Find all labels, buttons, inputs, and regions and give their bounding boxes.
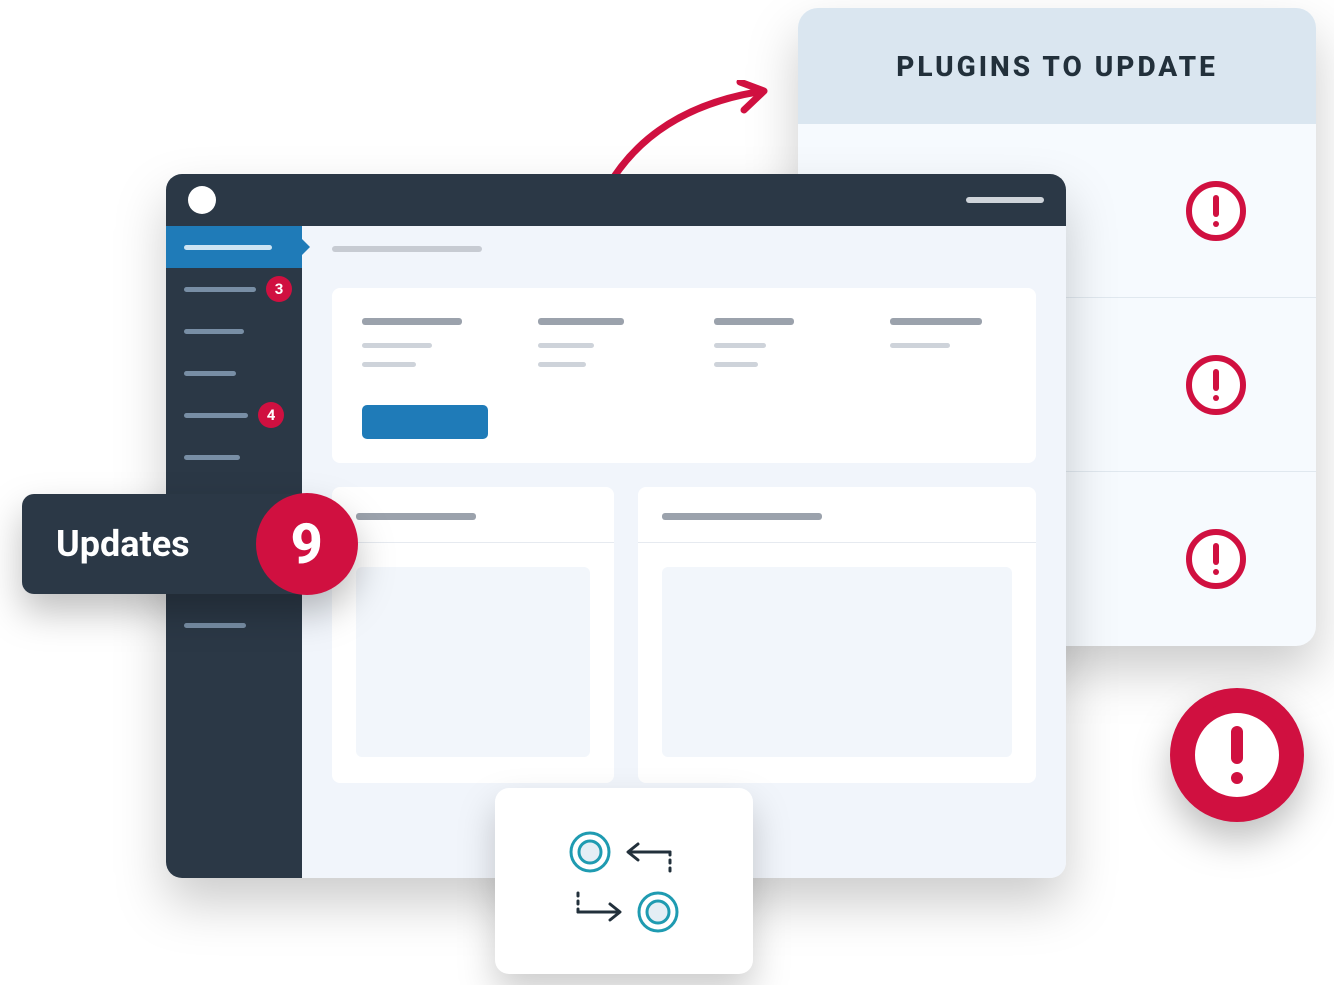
content-panels xyxy=(332,487,1036,783)
sidebar-label-placeholder xyxy=(184,245,272,250)
sidebar-item[interactable] xyxy=(166,604,302,646)
topbar-menu-placeholder[interactable] xyxy=(966,197,1044,203)
stat-col xyxy=(890,318,1006,381)
sidebar-item-active[interactable] xyxy=(166,226,302,268)
panel-heading-placeholder xyxy=(662,513,822,520)
panel-heading-placeholder xyxy=(356,513,476,520)
sidebar-item[interactable] xyxy=(166,436,302,478)
panel-body-placeholder xyxy=(662,567,1012,757)
updates-callout[interactable]: Updates 9 xyxy=(22,494,326,594)
updates-label: Updates xyxy=(56,523,190,565)
content-panel xyxy=(638,487,1036,783)
text-placeholder xyxy=(362,343,432,348)
sidebar-item[interactable] xyxy=(166,310,302,352)
sidebar-item[interactable]: 3 xyxy=(166,268,302,310)
alert-icon xyxy=(1184,702,1290,808)
sidebar-item[interactable]: 4 xyxy=(166,394,302,436)
sidebar-label-placeholder xyxy=(184,413,248,418)
notification-badge: 4 xyxy=(258,402,284,428)
heading-placeholder xyxy=(362,318,462,325)
alert-icon xyxy=(1186,355,1246,415)
notification-badge: 3 xyxy=(266,276,292,302)
admin-content xyxy=(302,226,1066,878)
text-placeholder xyxy=(714,362,758,367)
content-card xyxy=(332,288,1036,463)
stat-col xyxy=(538,318,654,381)
breadcrumb-placeholder xyxy=(332,246,482,252)
divider xyxy=(638,542,1036,543)
sync-card[interactable] xyxy=(495,788,753,974)
alert-icon xyxy=(1186,181,1246,241)
alert-icon xyxy=(1186,529,1246,589)
plugins-panel-header: PLUGINS TO UPDATE xyxy=(798,8,1316,124)
sync-icon xyxy=(544,816,704,946)
text-placeholder xyxy=(714,343,766,348)
sidebar-label-placeholder xyxy=(184,329,244,334)
text-placeholder xyxy=(890,343,950,348)
text-placeholder xyxy=(362,362,416,367)
stat-col xyxy=(714,318,830,381)
sidebar-item[interactable] xyxy=(166,352,302,394)
large-alert-badge xyxy=(1170,688,1304,822)
primary-button[interactable] xyxy=(362,405,488,439)
text-placeholder xyxy=(538,343,594,348)
admin-topbar xyxy=(166,174,1066,226)
updates-count-badge: 9 xyxy=(256,493,358,595)
heading-placeholder xyxy=(538,318,624,325)
sidebar-label-placeholder xyxy=(184,287,256,292)
heading-placeholder xyxy=(890,318,982,325)
content-panel xyxy=(332,487,614,783)
panel-body-placeholder xyxy=(356,567,590,757)
sidebar-label-placeholder xyxy=(184,371,236,376)
heading-placeholder xyxy=(714,318,794,325)
sidebar-label-placeholder xyxy=(184,623,246,628)
logo-icon[interactable] xyxy=(188,186,216,214)
sidebar-label-placeholder xyxy=(184,455,240,460)
stat-col xyxy=(362,318,478,381)
divider xyxy=(332,542,614,543)
text-placeholder xyxy=(538,362,586,367)
plugins-panel-title: PLUGINS TO UPDATE xyxy=(896,50,1218,83)
